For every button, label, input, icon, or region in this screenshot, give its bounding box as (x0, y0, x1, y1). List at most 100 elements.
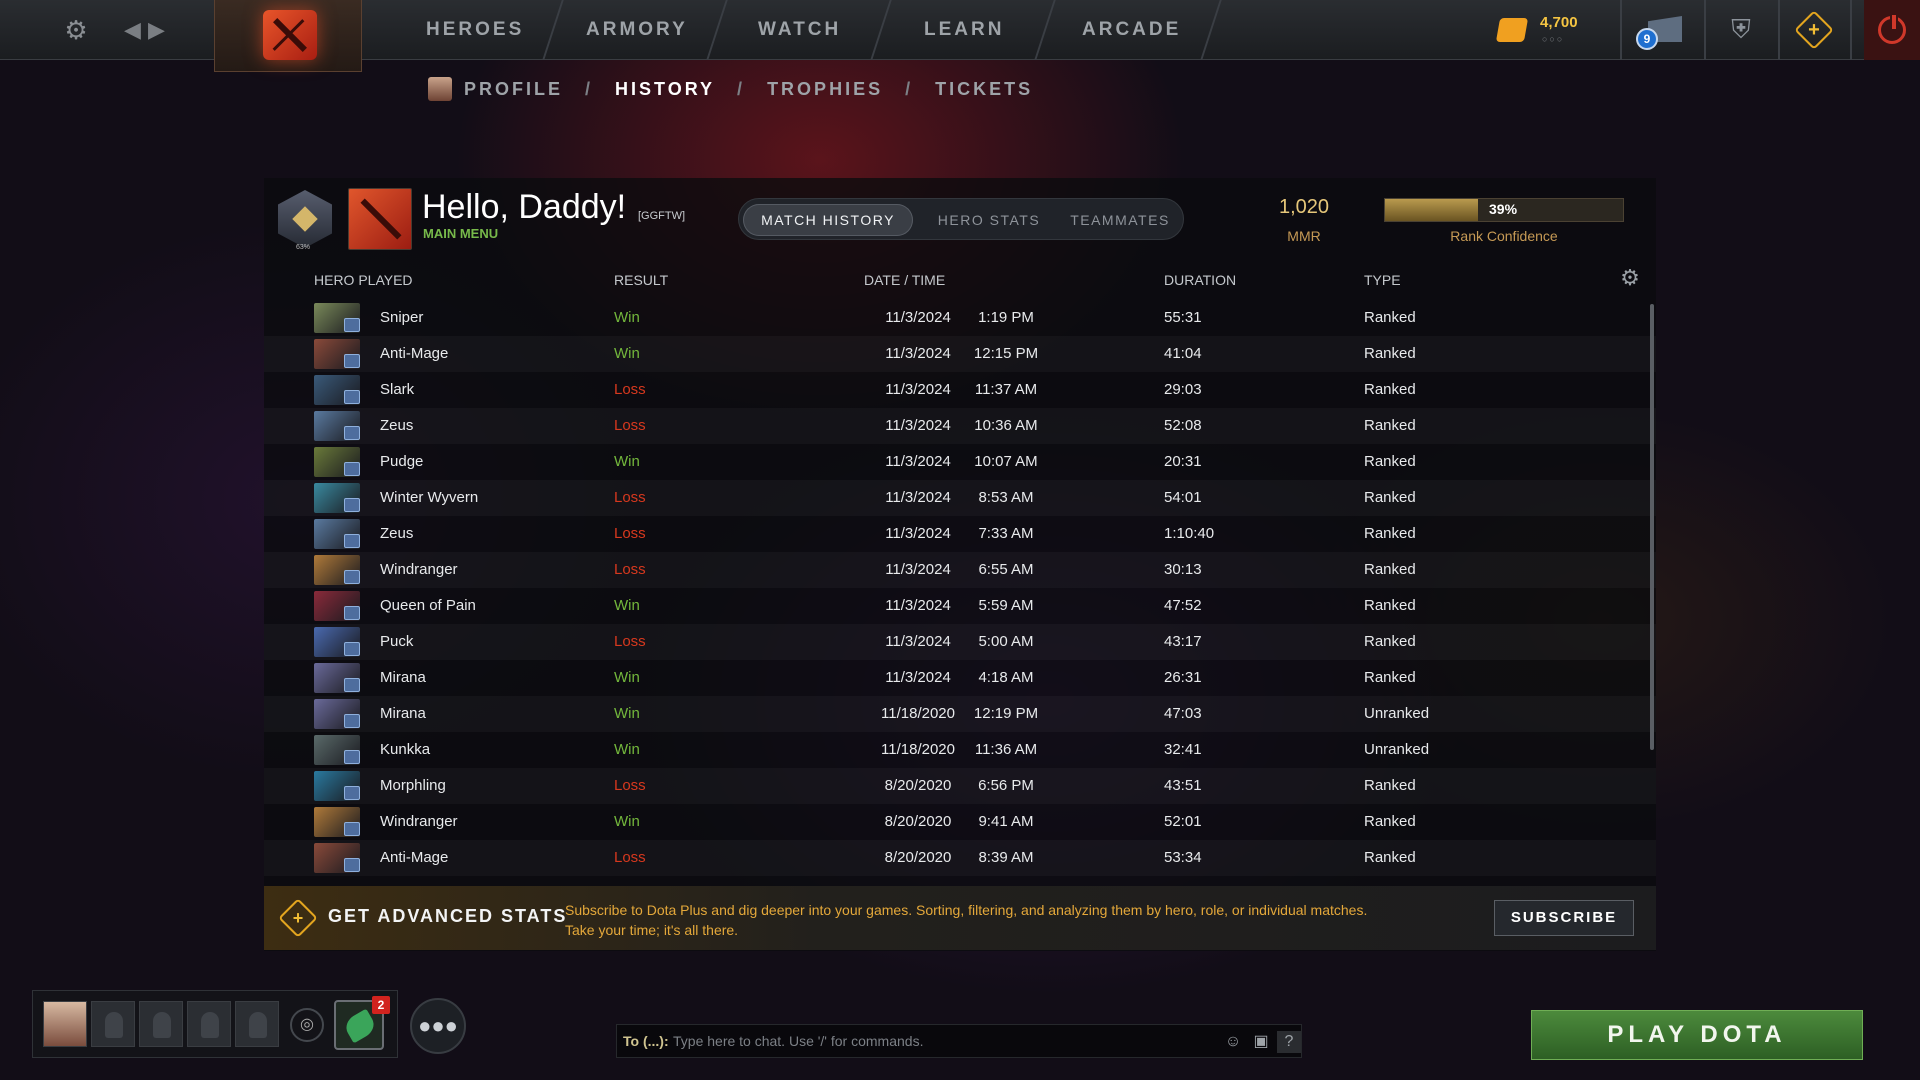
match-duration: 41:04 (1164, 345, 1202, 362)
emoji-icon[interactable]: ☺ (1221, 1031, 1245, 1053)
subscribe-button[interactable]: SUBSCRIBE (1494, 900, 1634, 936)
shards-icon[interactable] (1495, 18, 1529, 42)
match-date: 11/3/2024 (885, 489, 951, 506)
match-type: Ranked (1364, 669, 1416, 686)
match-result: Loss (614, 525, 646, 542)
party-slot-self-avatar[interactable] (43, 1001, 87, 1047)
nav-watch[interactable]: WATCH (758, 0, 841, 60)
rank-confidence-bar: 39% (1384, 198, 1624, 222)
match-time: 4:18 AM (978, 669, 1034, 686)
nav-armory[interactable]: ARMORY (586, 0, 688, 60)
play-dota-button[interactable]: PLAY DOTA (1531, 1010, 1863, 1060)
profile-avatar[interactable] (428, 77, 452, 101)
dota-logo-tab[interactable] (214, 0, 362, 72)
match-row[interactable]: Queen of Pain Win 11/3/2024 5:59 AM 47:52 Ran… (264, 588, 1656, 624)
match-row[interactable]: Sniper Win 11/3/2024 1:19 PM 55:31 Ranked (264, 302, 1656, 336)
match-row[interactable]: Zeus Loss 11/3/2024 7:33 AM 1:10:40 Ranked (264, 516, 1656, 552)
top-bar: ⚙ ◀ ▶ HEROES ARMORY WATCH LEARN ARCADE 4… (0, 0, 1920, 72)
match-row[interactable]: Windranger Win 8/20/2020 9:41 AM 52:01 Ranked (264, 804, 1656, 840)
match-list: Sniper Win 11/3/2024 1:19 PM 55:31 Ranked Anti… (264, 302, 1656, 882)
col-header-duration[interactable]: DURATION (1164, 272, 1236, 288)
settings-gear-icon[interactable]: ⚙ (62, 16, 90, 44)
tab-hero-stats[interactable]: HERO STATS (919, 204, 1059, 236)
match-row[interactable]: Morphling Loss 8/20/2020 6:56 PM 43:51 Ranked (264, 768, 1656, 804)
match-date: 8/20/2020 (884, 849, 952, 866)
dota-plus-icon[interactable]: + (1794, 10, 1834, 50)
friends-list-icon[interactable]: ●●● (410, 998, 466, 1054)
hero-attribute-icon (344, 570, 360, 584)
match-result: Win (614, 453, 640, 470)
subnav-trophies[interactable]: TROPHIES (767, 79, 883, 100)
match-row[interactable]: Anti-Mage Win 11/3/2024 12:15 PM 41:04 Ranked (264, 336, 1656, 372)
shards-dots: ○○○ (1542, 34, 1565, 44)
chat-channel-label[interactable]: To (...): (623, 1033, 669, 1049)
nav-learn[interactable]: LEARN (924, 0, 1004, 60)
profile-subnav: PROFILE / HISTORY / TROPHIES / TICKETS (428, 72, 1033, 106)
match-row[interactable]: Mirana Win 11/3/2024 4:18 AM 26:31 Ranked (264, 660, 1656, 696)
match-result: Win (614, 705, 640, 722)
back-arrow-icon[interactable]: ◀ (124, 16, 141, 44)
hero-name: Winter Wyvern (380, 489, 479, 506)
match-type: Ranked (1364, 777, 1416, 794)
match-row[interactable]: Puck Loss 11/3/2024 5:00 AM 43:17 Ranked (264, 624, 1656, 660)
hero-attribute-icon (344, 858, 360, 872)
power-button[interactable] (1864, 0, 1920, 60)
match-row[interactable]: Mirana Win 11/18/2020 12:19 PM 47:03 Unranked (264, 696, 1656, 732)
match-row[interactable]: Kunkka Win 11/18/2020 11:36 AM 32:41 Unranked (264, 732, 1656, 768)
match-date: 11/3/2024 (885, 417, 951, 434)
match-row[interactable]: Windranger Loss 11/3/2024 6:55 AM 30:13 Ranke… (264, 552, 1656, 588)
match-row[interactable]: Winter Wyvern Loss 11/3/2024 8:53 AM 54:01 Ra… (264, 480, 1656, 516)
match-row[interactable]: Slark Loss 11/3/2024 11:37 AM 29:03 Ranked (264, 372, 1656, 408)
hero-name: Mirana (380, 705, 426, 722)
col-header-result[interactable]: RESULT (614, 272, 668, 288)
chat-image-icon[interactable]: ▣ (1249, 1031, 1273, 1053)
party-slot-empty[interactable] (91, 1001, 135, 1047)
match-date: 11/3/2024 (885, 633, 951, 650)
armory-icon[interactable]: ⛨ (1726, 14, 1756, 44)
match-row[interactable]: Anti-Mage Loss 8/20/2020 8:39 AM 53:34 Ranked (264, 840, 1656, 876)
hero-attribute-icon (344, 462, 360, 476)
forward-arrow-icon[interactable]: ▶ (148, 16, 165, 44)
toolbar-separator (1704, 0, 1706, 60)
match-result: Loss (614, 777, 646, 794)
match-duration: 52:01 (1164, 813, 1202, 830)
tab-teammates[interactable]: TEAMMATES (1059, 204, 1181, 236)
match-type: Ranked (1364, 417, 1416, 434)
match-result: Win (614, 597, 640, 614)
nav-separator (706, 0, 728, 60)
tab-match-history[interactable]: MATCH HISTORY (743, 204, 913, 236)
rank-confidence-label: Rank Confidence (1450, 228, 1558, 244)
help-icon[interactable]: ? (1277, 1031, 1301, 1053)
match-result: Win (614, 741, 640, 758)
match-type: Unranked (1364, 705, 1430, 722)
nav-heroes[interactable]: HEROES (426, 0, 524, 60)
chat-bar: To (...): ☺ ▣ ? (616, 1024, 1302, 1058)
table-settings-gear-icon[interactable]: ⚙ (1618, 266, 1642, 290)
match-row[interactable]: Pudge Win 11/3/2024 10:07 AM 20:31 Ranked (264, 444, 1656, 480)
voice-chat-headset-icon[interactable]: ◎ (290, 1008, 324, 1042)
match-result: Loss (614, 417, 646, 434)
nav-arcade[interactable]: ARCADE (1082, 0, 1181, 60)
match-time: 11:37 AM (974, 381, 1038, 398)
toolbar-separator (1620, 0, 1622, 60)
subnav-separator: / (585, 78, 594, 99)
subnav-tickets[interactable]: TICKETS (935, 79, 1033, 100)
col-header-hero[interactable]: HERO PLAYED (314, 272, 413, 288)
chat-input[interactable] (673, 1029, 1213, 1053)
party-slot-empty[interactable] (235, 1001, 279, 1047)
subnav-profile[interactable]: PROFILE (464, 79, 563, 100)
match-time: 6:55 AM (978, 561, 1034, 578)
match-row[interactable]: Zeus Loss 11/3/2024 10:36 AM 52:08 Ranked (264, 408, 1656, 444)
party-slot-empty[interactable] (139, 1001, 183, 1047)
match-result: Win (614, 669, 640, 686)
col-header-type[interactable]: TYPE (1364, 272, 1401, 288)
party-slot-empty[interactable] (187, 1001, 231, 1047)
match-type: Ranked (1364, 525, 1416, 542)
col-header-date[interactable]: DATE / TIME (864, 272, 945, 288)
toolbar-separator (1850, 0, 1852, 60)
match-result: Loss (614, 489, 646, 506)
power-icon (1878, 13, 1906, 44)
match-duration: 47:03 (1164, 705, 1202, 722)
subnav-history[interactable]: HISTORY (615, 79, 715, 100)
match-list-scrollbar[interactable] (1650, 304, 1654, 750)
